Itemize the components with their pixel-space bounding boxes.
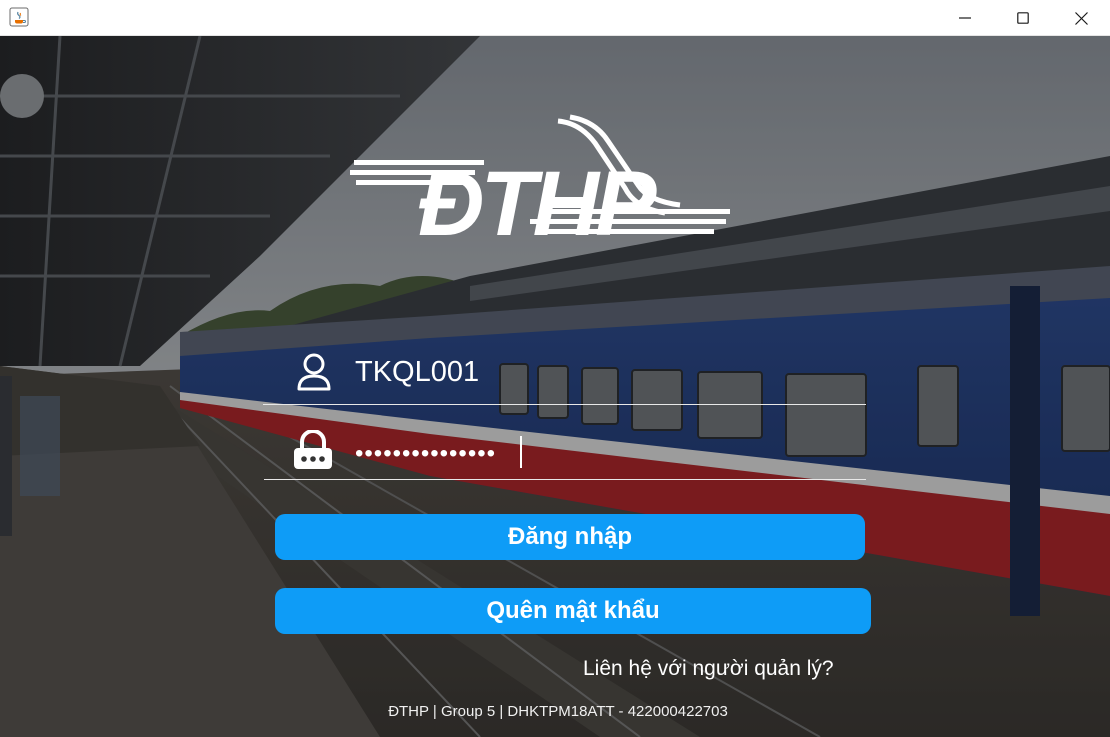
minimize-icon xyxy=(959,17,971,19)
user-icon xyxy=(297,353,331,391)
forgot-password-button[interactable]: Quên mật khẩu xyxy=(275,588,871,634)
close-button[interactable] xyxy=(1052,0,1110,36)
contact-admin-link[interactable]: Liên hệ với người quản lý? xyxy=(583,657,834,681)
title-bar xyxy=(0,0,1110,36)
logo-text: ĐTHP xyxy=(418,153,657,243)
footer-text: ĐTHP | Group 5 | DHKTPM18ATT - 422000422… xyxy=(388,703,728,720)
maximize-button[interactable] xyxy=(994,0,1052,36)
maximize-icon xyxy=(1017,12,1029,24)
minimize-button[interactable] xyxy=(936,0,994,36)
login-button[interactable]: Đăng nhập xyxy=(275,514,865,560)
close-icon xyxy=(1074,11,1088,25)
dthp-logo: ĐTHP xyxy=(350,114,730,243)
password-input[interactable]: ••••••••••••••• xyxy=(355,436,860,472)
password-underline xyxy=(264,479,866,480)
text-caret xyxy=(520,436,522,468)
lock-icon xyxy=(294,430,332,469)
java-app-icon xyxy=(9,7,29,27)
username-underline xyxy=(263,404,866,405)
username-input[interactable] xyxy=(355,352,860,392)
